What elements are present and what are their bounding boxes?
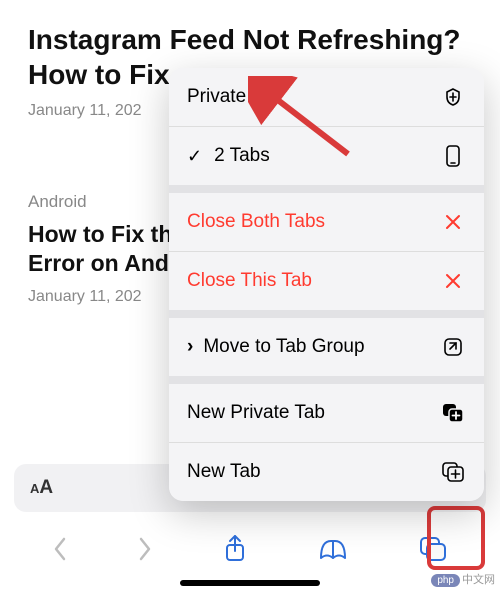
safari-toolbar [0, 524, 500, 574]
menu-item-new-tab[interactable]: New Tab [169, 443, 484, 501]
private-icon [440, 87, 466, 107]
checkmark-icon: ✓ [187, 146, 202, 167]
phone-icon [440, 145, 466, 167]
menu-label: 2 Tabs [214, 145, 440, 167]
menu-label: Move to Tab Group [203, 336, 440, 358]
tabs-context-menu: Private ✓ 2 Tabs Close Both Tabs Close T… [169, 68, 484, 501]
new-private-tab-icon [440, 403, 466, 423]
menu-item-close-this[interactable]: Close This Tab [169, 252, 484, 310]
menu-item-close-both[interactable]: Close Both Tabs [169, 193, 484, 251]
menu-label: Close This Tab [187, 270, 440, 292]
menu-item-move-group[interactable]: › Move to Tab Group [169, 318, 484, 376]
back-button[interactable] [52, 536, 68, 562]
new-tab-icon [440, 462, 466, 482]
annotation-highlight-box [427, 506, 485, 570]
share-button[interactable] [222, 534, 248, 564]
menu-item-new-private[interactable]: New Private Tab [169, 384, 484, 442]
menu-item-tabs-count[interactable]: ✓ 2 Tabs [169, 127, 484, 185]
open-in-icon [440, 337, 466, 357]
close-icon [440, 213, 466, 231]
close-icon [440, 272, 466, 290]
forward-button[interactable] [137, 536, 153, 562]
menu-item-private[interactable]: Private [169, 68, 484, 126]
text-size-icon[interactable]: AA [30, 477, 53, 499]
menu-label: New Tab [187, 461, 440, 483]
watermark: php中文网 [431, 571, 495, 587]
menu-label: Close Both Tabs [187, 211, 440, 233]
chevron-right-icon: › [187, 336, 193, 358]
home-indicator [180, 580, 320, 586]
menu-label: New Private Tab [187, 402, 440, 424]
bookmarks-button[interactable] [317, 536, 349, 562]
menu-label: Private [187, 86, 440, 108]
